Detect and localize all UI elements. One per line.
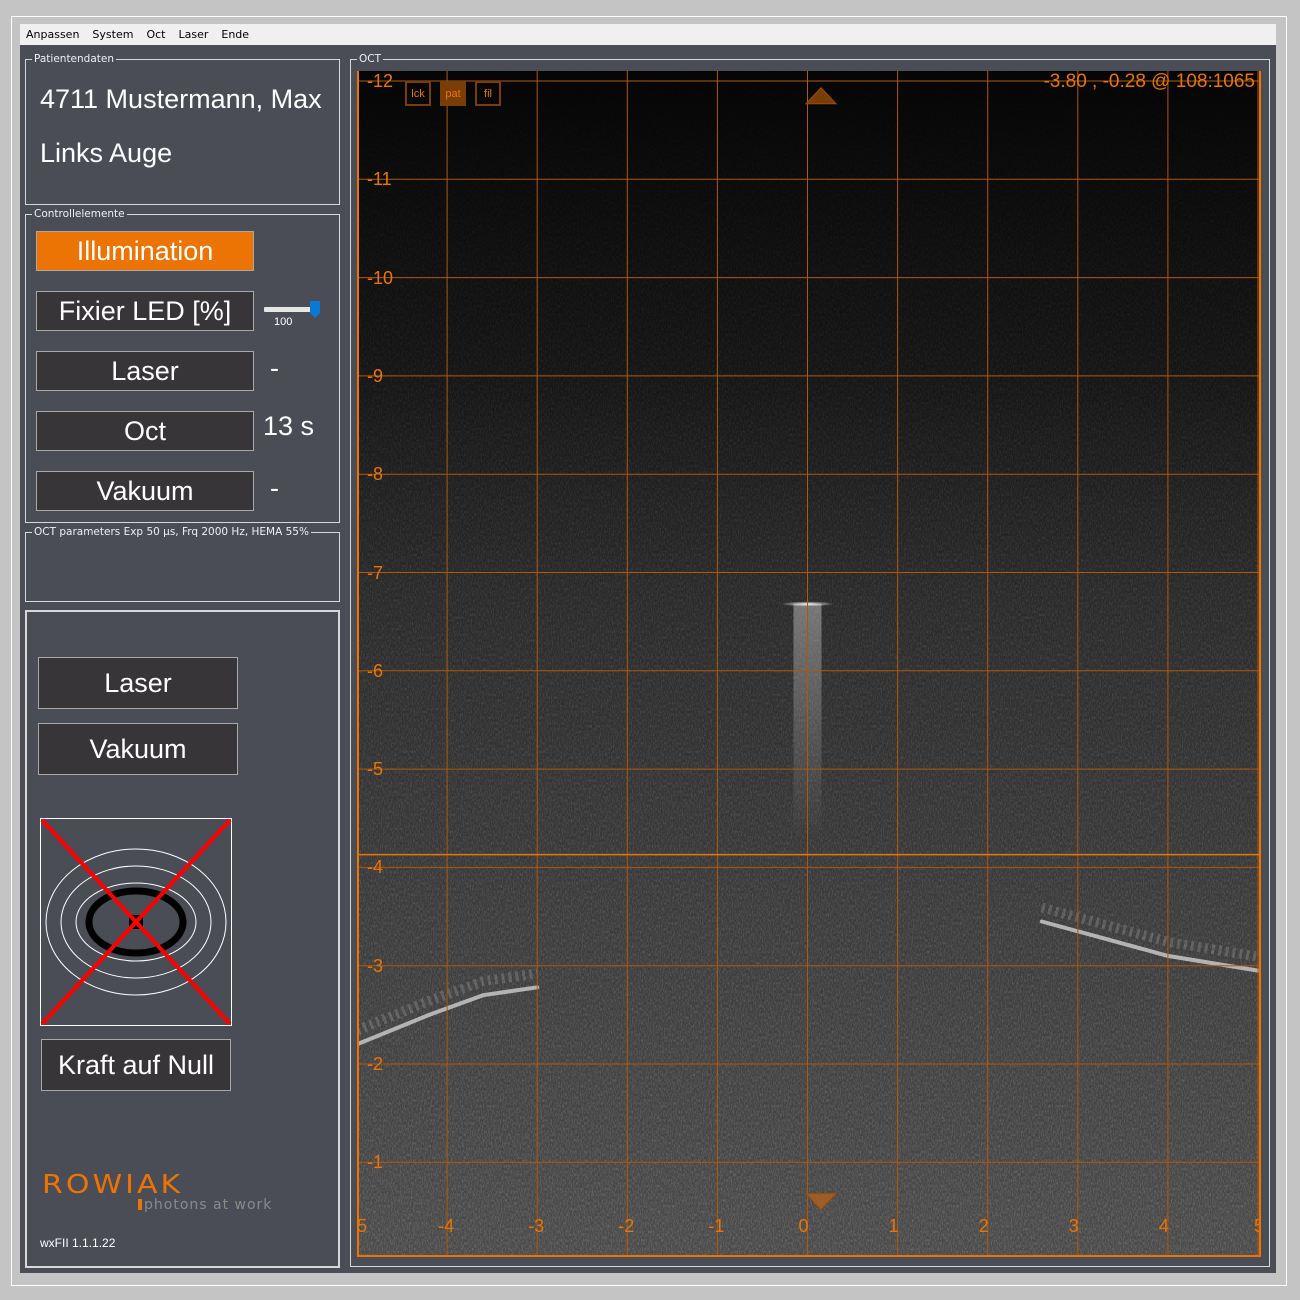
fixier-led-button[interactable]: Fixier LED [%] [36, 291, 254, 331]
force-indicator [40, 818, 232, 1026]
force-zero-button[interactable]: Kraft auf Null [41, 1039, 231, 1091]
y-tick-label: -7 [367, 562, 384, 583]
y-tick-label: -4 [367, 857, 384, 878]
oct-button[interactable]: Oct [36, 411, 254, 451]
logo-tagline: photons at work [138, 1197, 272, 1213]
x-tick-label: 4 [1158, 1216, 1169, 1236]
patient-id-name: 4711 Mustermann, Max [40, 84, 322, 114]
x-tick-label: 5 [1254, 1216, 1261, 1236]
rowiak-logo: ROWIAK photons at work [42, 1170, 271, 1213]
menu-bar: Anpassen System Oct Laser Ende [20, 24, 1276, 45]
controls-label: Controllelemente [32, 207, 127, 221]
y-tick-label: -8 [367, 464, 384, 485]
filter-toggle[interactable]: fil [475, 81, 501, 106]
x-tick-label: 1 [888, 1216, 899, 1236]
oct-status: 13 s [263, 411, 315, 441]
x-tick-label: 2 [978, 1216, 989, 1236]
x-tick-label: 5 [357, 1216, 368, 1236]
x-tick-label: 0 [798, 1216, 809, 1236]
slider-thumb[interactable] [310, 301, 320, 318]
action-laser-button[interactable]: Laser [38, 657, 238, 709]
x-tick-label: 3 [1068, 1216, 1079, 1236]
x-tick-label: -2 [618, 1216, 635, 1236]
patient-data-label: Patientendaten [32, 52, 117, 66]
laser-button[interactable]: Laser [36, 351, 254, 391]
oct-params-label: OCT parameters Exp 50 µs, Frq 2000 Hz, H… [32, 525, 311, 539]
vakuum-status: - [270, 473, 279, 503]
slider-track[interactable] [264, 307, 316, 312]
y-tick-label: -2 [367, 1054, 384, 1074]
version-label: wxFII 1.1.1.22 [40, 1236, 116, 1250]
y-tick-label: -12 [367, 71, 394, 91]
y-tick-label: -3 [367, 955, 384, 976]
oct-bscan-svg [357, 71, 1261, 1257]
vakuum-button[interactable]: Vakuum [36, 471, 254, 511]
y-tick-label: -6 [367, 660, 384, 681]
oct-params-group: OCT parameters Exp 50 µs, Frq 2000 Hz, H… [25, 525, 340, 602]
patient-data-group: Patientendaten 4711 Mustermann, Max Link… [25, 52, 340, 205]
menu-laser[interactable]: Laser [178, 28, 208, 41]
action-vakuum-button[interactable]: Vakuum [38, 723, 238, 775]
menu-system[interactable]: System [92, 28, 133, 41]
menu-oct[interactable]: Oct [146, 28, 165, 41]
patient-eye: Links Auge [40, 138, 173, 168]
y-tick-label: -11 [367, 169, 392, 190]
menu-ende[interactable]: Ende [221, 28, 249, 41]
app-window: Patientendaten 4711 Mustermann, Max Link… [20, 45, 1276, 1273]
logo-brand: ROWIAK [42, 1170, 184, 1200]
x-tick-label: -1 [708, 1216, 725, 1236]
y-tick-label: -9 [367, 365, 384, 386]
force-indicator-graphic [40, 818, 232, 1026]
pattern-toggle[interactable]: pat [440, 81, 466, 106]
x-tick-label: -4 [438, 1216, 455, 1236]
x-tick-label: -3 [528, 1216, 545, 1236]
menu-anpassen[interactable]: Anpassen [26, 28, 79, 41]
oct-bscan-view[interactable]: lck pat fil -3.80 , -0.28 @ 108:1065 -12… [357, 71, 1261, 1257]
slider-value: 100 [274, 316, 293, 328]
oct-group-label: OCT [357, 52, 384, 66]
lock-toggle[interactable]: lck [405, 81, 431, 106]
illumination-button[interactable]: Illumination [36, 231, 254, 271]
y-tick-label: -10 [367, 267, 394, 288]
y-tick-label: -1 [367, 1152, 384, 1173]
laser-status: - [270, 353, 279, 383]
y-tick-label: -5 [367, 759, 384, 780]
fixier-led-slider[interactable]: 100 [264, 299, 324, 329]
cursor-readout: -3.80 , -0.28 @ 108:1065 [1043, 71, 1255, 92]
